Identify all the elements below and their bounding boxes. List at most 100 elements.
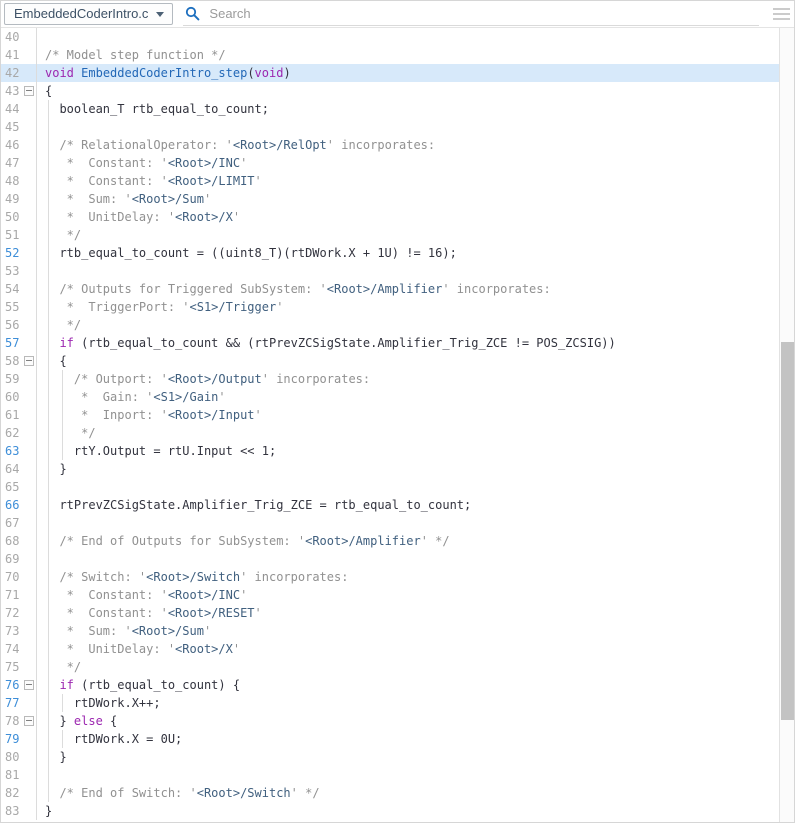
code-line[interactable]: 45 <box>0 118 779 136</box>
model-element-link[interactable]: <S1>/Gain <box>153 390 218 404</box>
vertical-scrollbar[interactable] <box>779 28 795 823</box>
line-number: 72 <box>5 606 20 620</box>
indent-guide <box>48 334 49 352</box>
model-element-link[interactable]: <Root>/Sum <box>132 192 204 206</box>
line-number: 74 <box>5 642 20 656</box>
code-line[interactable]: 76 if (rtb_equal_to_count) { <box>0 676 779 694</box>
line-number: 44 <box>5 102 20 116</box>
code-text: ) <box>283 66 291 80</box>
indent-guide <box>48 136 49 154</box>
line-number: 81 <box>5 768 20 782</box>
gutter: 73 <box>0 622 37 640</box>
code-line[interactable]: 41 /* Model step function */ <box>0 46 779 64</box>
code-line[interactable]: 55 * TriggerPort: '<S1>/Trigger' <box>0 298 779 316</box>
code-line[interactable]: 74 * UnitDelay: '<Root>/X' <box>0 640 779 658</box>
fold-collapse-icon[interactable] <box>24 680 34 690</box>
indent-guide <box>48 784 49 802</box>
model-element-link[interactable]: <Root>/RelOpt <box>233 138 327 152</box>
model-element-link[interactable]: <Root>/Output <box>168 372 262 386</box>
model-element-link[interactable]: <Root>/Amplifier <box>327 282 443 296</box>
file-selector-dropdown[interactable]: EmbeddedCoderIntro.c <box>4 2 174 25</box>
code-line[interactable]: 48 * Constant: '<Root>/LIMIT' <box>0 172 779 190</box>
indent-guide <box>48 766 49 784</box>
model-element-link[interactable]: <Root>/X <box>175 642 233 656</box>
model-element-link[interactable]: <Root>/Amplifier <box>305 534 421 548</box>
code-line[interactable]: 61 * Inport: '<Root>/Input' <box>0 406 779 424</box>
code-line[interactable]: 56 */ <box>0 316 779 334</box>
scrollbar-thumb[interactable] <box>781 342 794 720</box>
code-content: */ <box>37 226 779 244</box>
code-line[interactable]: 58 { <box>0 352 779 370</box>
code-line[interactable]: 82 /* End of Switch: '<Root>/Switch' */ <box>0 784 779 802</box>
code-line[interactable]: 53 <box>0 262 779 280</box>
code-line[interactable]: 44 boolean_T rtb_equal_to_count; <box>0 100 779 118</box>
hamburger-menu-icon[interactable] <box>773 8 790 20</box>
line-number: 79 <box>5 732 20 746</box>
model-element-link[interactable]: <Root>/Input <box>168 408 255 422</box>
model-element-link[interactable]: <Root>/Sum <box>132 624 204 638</box>
gutter: 60 <box>0 388 37 406</box>
code-line[interactable]: 73 * Sum: '<Root>/Sum' <box>0 622 779 640</box>
code-line[interactable]: 81 <box>0 766 779 784</box>
code-line[interactable]: 79 rtDWork.X = 0U; <box>0 730 779 748</box>
code-text: { <box>102 714 118 728</box>
code-line[interactable]: 63 rtY.Output = rtU.Input << 1; <box>0 442 779 460</box>
code-line[interactable]: 62 */ <box>0 424 779 442</box>
code-line[interactable]: 46 /* RelationalOperator: '<Root>/RelOpt… <box>0 136 779 154</box>
code-line[interactable]: 70 /* Switch: '<Root>/Switch' incorporat… <box>0 568 779 586</box>
code-line[interactable]: 66 rtPrevZCSigState.Amplifier_Trig_ZCE =… <box>0 496 779 514</box>
code-line[interactable]: 42 void EmbeddedCoderIntro_step(void) <box>0 64 779 82</box>
indent-guide <box>48 370 49 388</box>
code-line[interactable]: 54 /* Outputs for Triggered SubSystem: '… <box>0 280 779 298</box>
code-line[interactable]: 80 } <box>0 748 779 766</box>
code-content: rtb_equal_to_count = ((uint8_T)(rtDWork.… <box>37 244 779 262</box>
code-text: void <box>45 66 74 80</box>
code-line[interactable]: 59 /* Outport: '<Root>/Output' incorpora… <box>0 370 779 388</box>
indent-guide <box>48 208 49 226</box>
gutter: 56 <box>0 316 37 334</box>
code-line[interactable]: 69 <box>0 550 779 568</box>
code-line[interactable]: 77 rtDWork.X++; <box>0 694 779 712</box>
code-line[interactable]: 65 <box>0 478 779 496</box>
model-element-link[interactable]: <Root>/INC <box>168 156 240 170</box>
code-line[interactable]: 83} <box>0 802 779 820</box>
code-line[interactable]: 64 } <box>0 460 779 478</box>
code-line[interactable]: 43 { <box>0 82 779 100</box>
indent-guide <box>48 190 49 208</box>
code-content: */ <box>37 658 779 676</box>
model-element-link[interactable]: <Root>/RESET <box>168 606 255 620</box>
line-number: 54 <box>5 282 20 296</box>
code-line[interactable]: 47 * Constant: '<Root>/INC' <box>0 154 779 172</box>
code-line[interactable]: 52 rtb_equal_to_count = ((uint8_T)(rtDWo… <box>0 244 779 262</box>
search-field[interactable] <box>183 2 760 26</box>
code-line[interactable]: 50 * UnitDelay: '<Root>/X' <box>0 208 779 226</box>
line-number: 49 <box>5 192 20 206</box>
model-element-link[interactable]: <Root>/Switch <box>197 786 291 800</box>
code-line[interactable]: 72 * Constant: '<Root>/RESET' <box>0 604 779 622</box>
code-line[interactable]: 51 */ <box>0 226 779 244</box>
code-line[interactable]: 57 if (rtb_equal_to_count && (rtPrevZCSi… <box>0 334 779 352</box>
code-content: */ <box>37 424 779 442</box>
line-number: 70 <box>5 570 20 584</box>
line-number: 45 <box>5 120 20 134</box>
code-line[interactable]: 78 } else { <box>0 712 779 730</box>
code-content: */ <box>37 316 779 334</box>
fold-collapse-icon[interactable] <box>24 86 34 96</box>
code-line[interactable]: 40 <box>0 28 779 46</box>
model-element-link[interactable]: <Root>/Switch <box>146 570 240 584</box>
code-line[interactable]: 60 * Gain: '<S1>/Gain' <box>0 388 779 406</box>
code-line[interactable]: 75 */ <box>0 658 779 676</box>
search-input[interactable] <box>207 4 688 22</box>
model-element-link[interactable]: <Root>/X <box>175 210 233 224</box>
code-line[interactable]: 71 * Constant: '<Root>/INC' <box>0 586 779 604</box>
model-element-link[interactable]: <Root>/LIMIT <box>168 174 255 188</box>
line-number: 65 <box>5 480 20 494</box>
model-element-link[interactable]: <Root>/INC <box>168 588 240 602</box>
code-line[interactable]: 49 * Sum: '<Root>/Sum' <box>0 190 779 208</box>
fold-collapse-icon[interactable] <box>24 716 34 726</box>
code-line[interactable]: 68 /* End of Outputs for SubSystem: '<Ro… <box>0 532 779 550</box>
model-element-link[interactable]: <S1>/Trigger <box>190 300 277 314</box>
fold-collapse-icon[interactable] <box>24 356 34 366</box>
code-line[interactable]: 67 <box>0 514 779 532</box>
line-number: 73 <box>5 624 20 638</box>
